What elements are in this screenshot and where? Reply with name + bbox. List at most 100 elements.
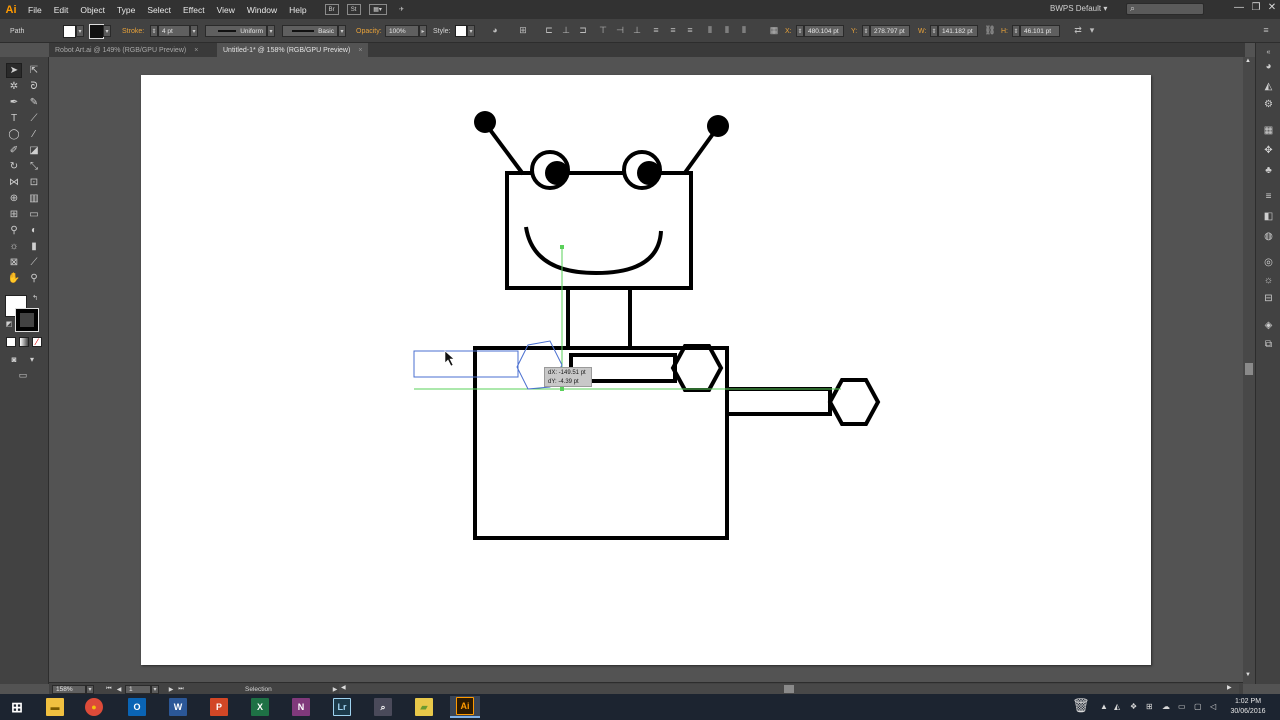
magic-wand-tool-icon[interactable]: ✲ <box>6 79 22 94</box>
gradient-panel-icon[interactable]: ◧ <box>1261 209 1276 223</box>
screen-mode-icon[interactable]: ▭ <box>15 368 31 383</box>
recolor-icon[interactable]: ◕ <box>489 24 501 36</box>
collapse-panels-icon[interactable]: « <box>1261 45 1276 59</box>
taskbar-powerpoint[interactable]: P <box>204 696 234 718</box>
stock-button[interactable]: St <box>346 4 361 15</box>
taskbar-lightroom[interactable]: Lr <box>327 696 357 718</box>
curvature-tool-icon[interactable]: ✎ <box>26 95 42 110</box>
artboard-dropdown[interactable]: ▾ <box>151 684 159 694</box>
left-hand-hexagon[interactable] <box>670 344 724 392</box>
gradient-mode-icon[interactable] <box>19 337 29 347</box>
menu-window[interactable]: Window <box>241 5 283 15</box>
artboard[interactable]: dX: -149.51 pt dY: -4.39 pt <box>141 75 1151 665</box>
menu-effect[interactable]: Effect <box>177 5 211 15</box>
stroke-weight-dropdown[interactable]: ▾ <box>190 25 198 37</box>
arrange-documents-icon[interactable]: ▦▾ <box>368 4 387 15</box>
w-field[interactable]: 141.182 pt <box>938 25 978 37</box>
width-tool-icon[interactable]: ⋈ <box>6 175 22 190</box>
battery-icon[interactable]: ▭ <box>1178 702 1186 711</box>
right-arm[interactable] <box>725 387 832 416</box>
mesh-tool-icon[interactable]: ⊞ <box>6 207 22 222</box>
close-icon[interactable]: ✕ <box>1263 2 1280 16</box>
align-to-icon[interactable]: ⊞ <box>517 24 529 36</box>
bridge-button[interactable]: Br <box>324 4 339 15</box>
blend-tool-icon[interactable]: ◐ <box>26 223 42 238</box>
align-middle-icon[interactable]: ⊣ <box>614 24 626 36</box>
artboard-tool-icon[interactable]: ⊠ <box>6 255 22 270</box>
distribute-right-icon[interactable]: ⦀ <box>738 24 750 36</box>
left-pupil[interactable] <box>545 161 569 185</box>
brushes-icon[interactable]: ✥ <box>1261 143 1276 157</box>
search-stock-input[interactable]: ⌕ <box>1126 3 1204 15</box>
menu-select[interactable]: Select <box>141 5 177 15</box>
opacity-dropdown[interactable]: ▸ <box>419 25 427 37</box>
volume-icon[interactable]: ◁ <box>1210 702 1216 711</box>
perspective-grid-tool-icon[interactable]: ▥ <box>26 191 42 206</box>
clock[interactable]: 1:02 PM 30/06/2016 <box>1222 697 1274 717</box>
zoom-field[interactable]: 158% <box>52 684 86 694</box>
slice-tool-icon[interactable]: ⟋ <box>26 255 42 270</box>
stroke-link[interactable]: Stroke: <box>122 24 144 38</box>
menu-file[interactable]: File <box>22 5 48 15</box>
paintbrush-tool-icon[interactable]: ⁄ <box>26 127 42 142</box>
taskbar-illustrator[interactable]: Ai <box>450 696 480 718</box>
transform-icon[interactable]: ⇄ <box>1072 24 1084 36</box>
h-field[interactable]: 46.101 pt <box>1020 25 1060 37</box>
constrain-proportions-icon[interactable]: ⛓ <box>984 24 996 36</box>
align-top-icon[interactable]: ⊤ <box>597 24 609 36</box>
rotate-tool-icon[interactable]: ↻ <box>6 159 22 174</box>
direct-selection-tool-icon[interactable]: ⇱ <box>26 63 42 78</box>
links-icon[interactable]: ⧉ <box>1261 337 1276 351</box>
appearance-icon[interactable]: ◎ <box>1261 255 1276 269</box>
graphic-styles-icon[interactable]: ☼ <box>1261 273 1276 287</box>
free-transform-tool-icon[interactable]: ⊡ <box>26 175 42 190</box>
dropbox-icon[interactable]: ❖ <box>1130 702 1137 711</box>
taskbar-magnifier[interactable]: ⌕ <box>368 696 398 718</box>
left-antenna-ball[interactable] <box>474 111 496 133</box>
variable-width-profile[interactable]: Uniform <box>205 25 267 37</box>
last-artboard-icon[interactable]: ⏭ <box>175 684 187 694</box>
network-icon[interactable]: ⊞ <box>1146 702 1153 711</box>
taskbar-chrome[interactable]: ● <box>79 696 109 718</box>
shape-builder-tool-icon[interactable]: ⊕ <box>6 191 22 206</box>
x-stepper[interactable]: ⇕ <box>796 25 804 37</box>
stroke-dropdown[interactable]: ▾ <box>103 25 111 37</box>
gradient-tool-icon[interactable]: ▭ <box>26 207 42 222</box>
anchor-point[interactable] <box>560 245 564 249</box>
robot-artwork[interactable] <box>141 75 1151 665</box>
pen-tool-icon[interactable]: ✒ <box>6 95 22 110</box>
tab-robot-art[interactable]: Robot Art.ai @ 149% (RGB/GPU Preview) × <box>49 43 204 57</box>
artboard-number-field[interactable]: 1 <box>125 684 151 694</box>
right-antenna-ball[interactable] <box>707 115 729 137</box>
align-left-icon[interactable]: ⊏ <box>543 24 555 36</box>
ellipse-tool-icon[interactable]: ◯ <box>6 127 22 142</box>
google-drive-icon[interactable]: ◭ <box>1114 702 1120 711</box>
scroll-down-icon[interactable]: ▼ <box>1245 672 1251 678</box>
taskbar-word[interactable]: W <box>163 696 193 718</box>
opacity-field[interactable]: 100% <box>385 25 419 37</box>
graphic-style-swatch[interactable] <box>455 25 467 37</box>
menu-help[interactable]: Help <box>283 5 312 15</box>
canvas-area[interactable]: dX: -149.51 pt dY: -4.39 pt <box>49 57 1243 682</box>
anchor-point[interactable] <box>560 387 564 391</box>
distribute-bottom-icon[interactable]: ≡ <box>684 24 696 36</box>
swatches-icon[interactable]: ▦ <box>1261 123 1276 137</box>
robot-smile[interactable] <box>524 226 663 276</box>
scroll-right-icon[interactable]: ▶ <box>1227 684 1232 691</box>
distribute-middle-icon[interactable]: ≡ <box>667 24 679 36</box>
type-tool-icon[interactable]: T <box>6 111 22 126</box>
tab-close-icon[interactable]: × <box>194 47 198 54</box>
brush-dropdown[interactable]: ▾ <box>338 25 346 37</box>
recycle-bin-icon[interactable]: 🗑 <box>1072 697 1090 714</box>
w-stepper[interactable]: ⇕ <box>930 25 938 37</box>
opacity-link[interactable]: Opacity: <box>356 24 382 38</box>
color-panel-icon[interactable]: ◕ <box>1261 59 1276 73</box>
style-dropdown[interactable]: ▾ <box>467 25 475 37</box>
horizontal-scroll-thumb[interactable] <box>784 685 794 693</box>
symbols-icon[interactable]: ♣ <box>1261 163 1276 177</box>
zoom-dropdown[interactable]: ▾ <box>86 684 94 694</box>
eyedropper-tool-icon[interactable]: ⚲ <box>6 223 22 238</box>
start-button[interactable]: ⊞ <box>2 696 32 718</box>
display-icon[interactable]: ▢ <box>1194 702 1202 711</box>
distribute-left-icon[interactable]: ⦀ <box>704 24 716 36</box>
